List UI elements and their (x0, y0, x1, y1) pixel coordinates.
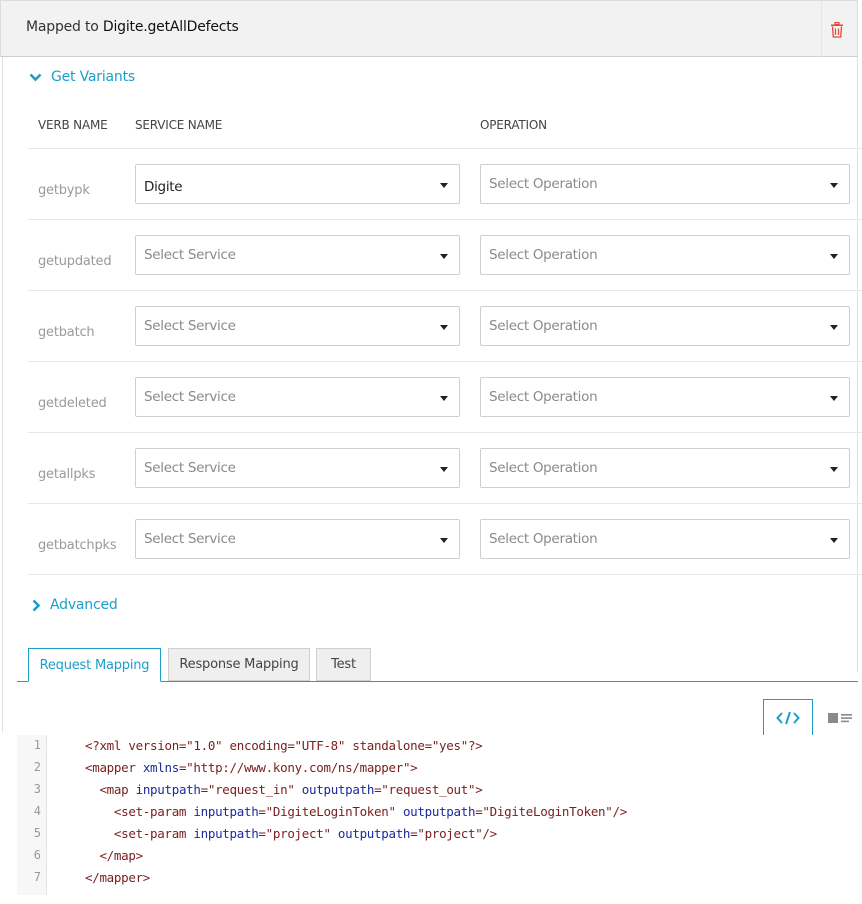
caret-down-icon (830, 183, 838, 188)
code-line: 1 <?xml version="1.0" encoding="UTF-8" st… (17, 735, 858, 757)
service-select-value: Select Service (144, 318, 236, 334)
chevron-down-icon (29, 73, 42, 81)
delete-mapping-button[interactable] (821, 1, 851, 58)
caret-down-icon (440, 467, 448, 472)
operation-select-value: Select Operation (489, 460, 598, 476)
caret-down-icon (830, 254, 838, 259)
table-divider (28, 148, 862, 149)
code-text: </mapper> (85, 870, 151, 885)
verb-name-getbatch: getbatch (38, 325, 95, 340)
code-line: 3 <map inputpath="request_in" outputpath… (17, 779, 858, 801)
table-divider (28, 290, 862, 291)
service-select-value: Select Service (144, 389, 236, 405)
advanced-toggle[interactable]: Advanced (32, 597, 118, 613)
service-select-value: Digite (144, 179, 183, 195)
verb-name-getallpks: getallpks (38, 467, 96, 482)
operation-select-getupdated[interactable]: Select Operation (480, 235, 850, 275)
mapped-prefix: Mapped to (26, 19, 103, 35)
verb-name-getbatchpks: getbatchpks (38, 538, 117, 553)
caret-down-icon (440, 396, 448, 401)
operation-select-value: Select Operation (489, 247, 598, 263)
table-divider (28, 503, 862, 504)
operation-select-getbypk[interactable]: Select Operation (480, 164, 850, 204)
code-line: 4 <set-param inputpath="DigiteLoginToken… (17, 801, 858, 823)
table-divider (28, 574, 862, 575)
code-line: 5 <set-param inputpath="project" outputp… (17, 823, 858, 845)
verb-name-getbypk: getbypk (38, 183, 90, 198)
line-number: 4 (33, 804, 41, 818)
mapping-header: Mapped to Digite.getAllDefects (0, 0, 858, 58)
caret-down-icon (440, 254, 448, 259)
operation-select-value: Select Operation (489, 389, 598, 405)
get-variants-title: Get Variants (51, 69, 135, 85)
caret-down-icon (440, 325, 448, 330)
panel-left-border (2, 57, 3, 732)
code-view-button[interactable] (763, 699, 813, 736)
code-text: <map inputpath="request_in" outputpath="… (85, 782, 483, 797)
operation-select-value: Select Operation (489, 531, 598, 547)
get-variants-toggle[interactable]: Get Variants (29, 69, 135, 85)
verb-name-getdeleted: getdeleted (38, 396, 107, 411)
code-icon (776, 711, 800, 725)
verb-name-getupdated: getupdated (38, 254, 112, 269)
tab-response-mapping[interactable]: Response Mapping (168, 648, 310, 681)
advanced-title: Advanced (50, 597, 118, 613)
caret-down-icon (830, 467, 838, 472)
service-select-getbypk[interactable]: Digite (135, 164, 460, 204)
mapped-target: Digite.getAllDefects (102, 19, 239, 35)
code-text: <set-param inputpath="DigiteLoginToken" … (85, 804, 627, 819)
service-name-column-header: SERVICE NAME (135, 118, 223, 132)
code-text: <?xml version="1.0" encoding="UTF-8" sta… (85, 738, 483, 753)
operation-select-getallpks[interactable]: Select Operation (480, 448, 850, 488)
operation-column-header: OPERATION (480, 118, 547, 132)
caret-down-icon (830, 325, 838, 330)
list-view-icon (828, 712, 852, 723)
line-number: 6 (33, 848, 41, 862)
service-select-value: Select Service (144, 531, 236, 547)
xml-code-editor[interactable]: 1 <?xml version="1.0" encoding="UTF-8" st… (17, 735, 858, 904)
service-select-getdeleted[interactable]: Select Service (135, 377, 460, 417)
panel-right-border (857, 57, 858, 672)
code-line: 2 <mapper xmlns="http://www.kony.com/ns/m… (17, 757, 858, 779)
service-select-getallpks[interactable]: Select Service (135, 448, 460, 488)
tab-request-mapping[interactable]: Request Mapping (28, 648, 161, 682)
service-select-value: Select Service (144, 247, 236, 263)
table-divider (28, 219, 862, 220)
caret-down-icon (440, 183, 448, 188)
mapped-to-label: Mapped to Digite.getAllDefects (26, 19, 239, 35)
service-select-value: Select Service (144, 460, 236, 476)
operation-select-getdeleted[interactable]: Select Operation (480, 377, 850, 417)
code-line: 7 </mapper> (17, 867, 858, 889)
line-number: 1 (33, 738, 41, 752)
caret-down-icon (830, 538, 838, 543)
service-select-getupdated[interactable]: Select Service (135, 235, 460, 275)
caret-down-icon (830, 396, 838, 401)
code-text: </map> (85, 848, 143, 863)
verb-name-column-header: VERB NAME (38, 118, 108, 132)
operation-select-value: Select Operation (489, 318, 598, 334)
operation-select-getbatch[interactable]: Select Operation (480, 306, 850, 346)
table-divider (28, 432, 862, 433)
line-number: 3 (33, 782, 41, 796)
chevron-right-icon (32, 599, 41, 611)
code-text: <mapper xmlns="http://www.kony.com/ns/ma… (85, 760, 418, 775)
line-number: 2 (33, 760, 41, 774)
service-select-getbatchpks[interactable]: Select Service (135, 519, 460, 559)
operation-select-getbatchpks[interactable]: Select Operation (480, 519, 850, 559)
trash-icon (830, 21, 843, 38)
tab-test[interactable]: Test (316, 648, 371, 681)
visual-view-button[interactable] (815, 699, 862, 736)
table-divider (28, 361, 862, 362)
code-line: 6 </map> (17, 845, 858, 867)
line-number: 7 (33, 870, 41, 884)
line-number: 5 (33, 826, 41, 840)
service-select-getbatch[interactable]: Select Service (135, 306, 460, 346)
caret-down-icon (440, 538, 448, 543)
operation-select-value: Select Operation (489, 176, 598, 192)
code-text: <set-param inputpath="project" outputpat… (85, 826, 497, 841)
